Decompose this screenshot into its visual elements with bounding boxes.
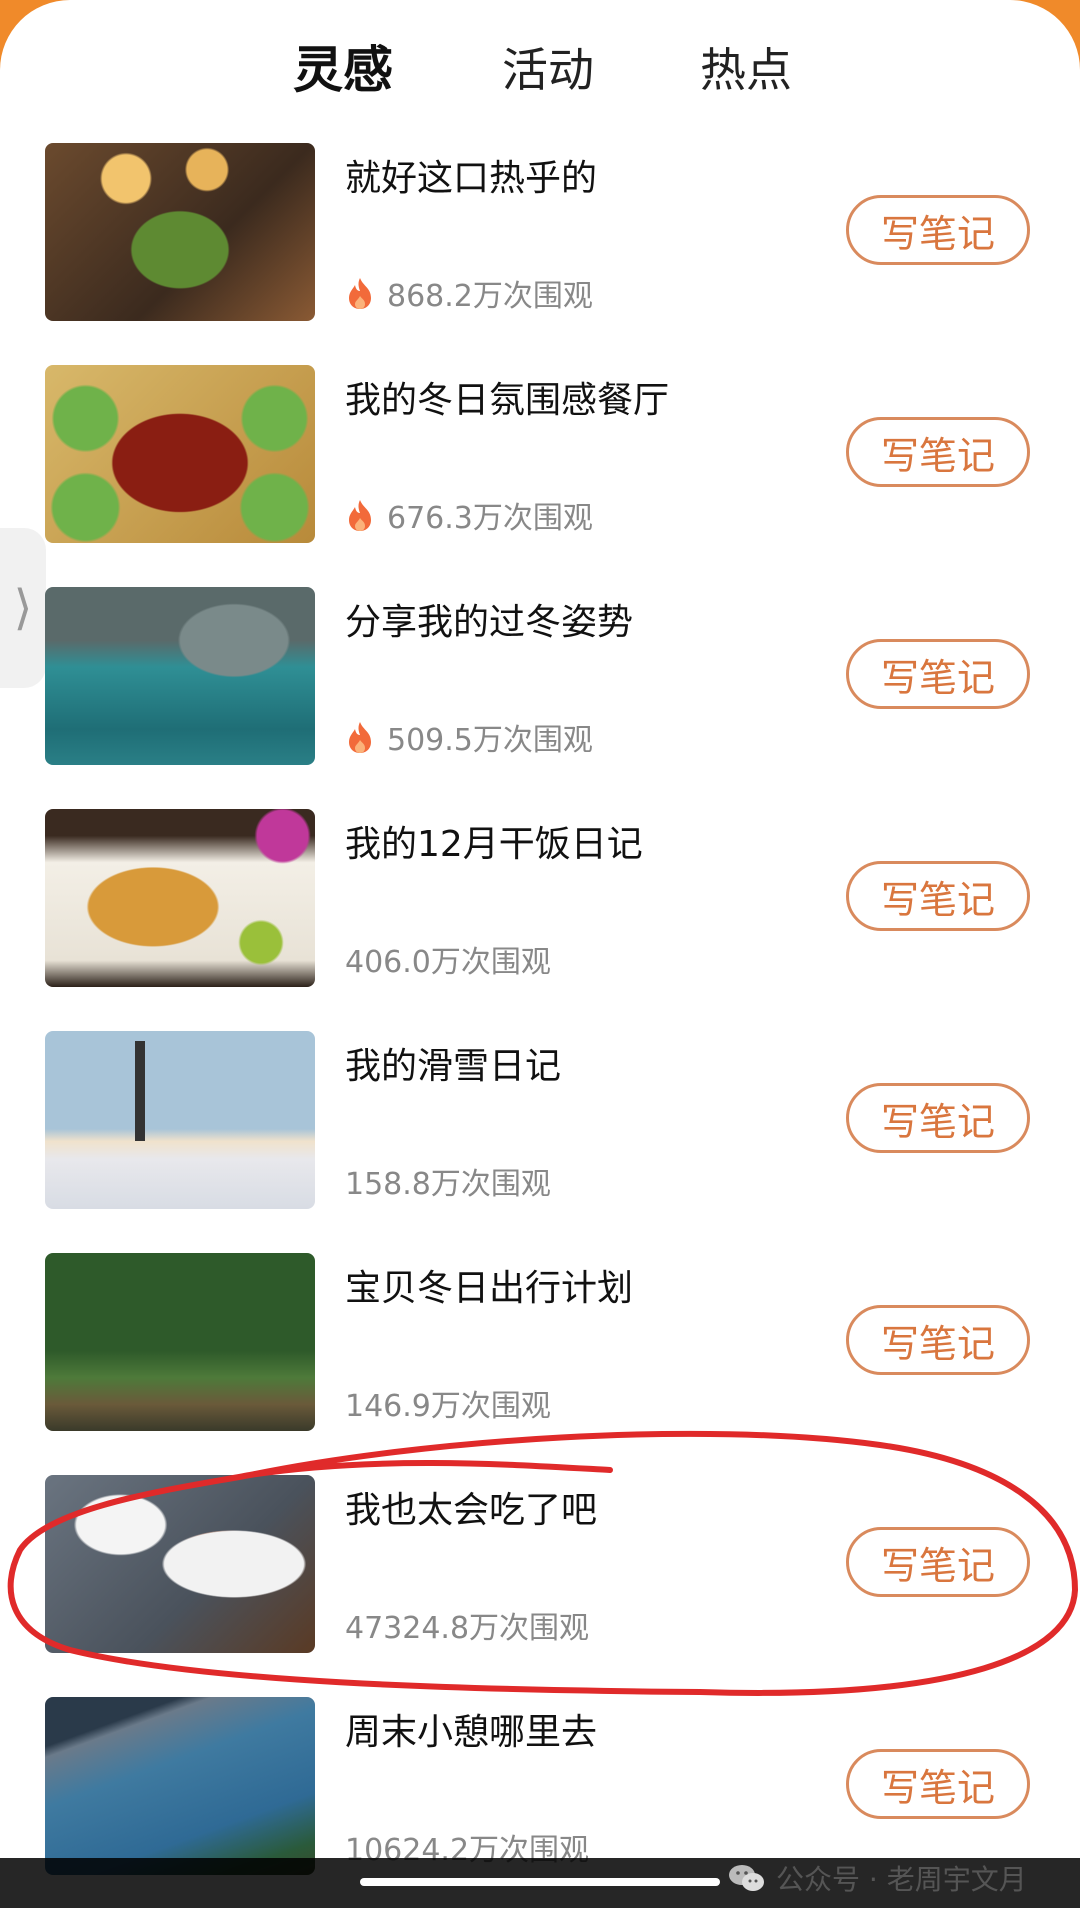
topic-title: 就好这口热乎的	[345, 158, 598, 199]
rice-meal-thumbnail	[45, 1475, 315, 1653]
view-count-text: 509.5万次围观	[387, 723, 593, 758]
view-count-text: 158.8万次围观	[345, 1167, 551, 1202]
topic-title: 我的滑雪日记	[345, 1046, 562, 1087]
view-count: 146.9万次围观	[345, 1381, 551, 1425]
wechat-icon	[729, 1865, 764, 1891]
tab-activities-label: 活动	[502, 43, 594, 97]
watermark: 公众号 · 老周宇文月	[728, 1858, 1027, 1898]
view-count-text: 47324.8万次围观	[345, 1611, 590, 1646]
view-count-text: 676.3万次围观	[387, 501, 593, 536]
fire-icon	[349, 278, 371, 309]
write-note-button[interactable]: 写笔记	[846, 1305, 1030, 1375]
list-item[interactable]: 分享我的过冬姿势 509.5万次围观 写笔记	[0, 587, 1080, 765]
list-item[interactable]: 我的滑雪日记 158.8万次围观 写笔记	[0, 1031, 1080, 1209]
write-note-button[interactable]: 写笔记	[846, 1527, 1030, 1597]
topic-title: 宝贝冬日出行计划	[345, 1268, 634, 1309]
list-item[interactable]: 我的冬日氛围感餐厅 676.3万次围观 写笔记	[0, 365, 1080, 543]
view-count-text: 868.2万次围观	[387, 279, 593, 314]
app-screen: 灵感 活动 热点 ⟩ 就好这口热乎的 868.2万次围观 写笔记 我的冬日氛围感…	[0, 0, 1080, 1908]
list-item[interactable]: 宝贝冬日出行计划 146.9万次围观 写笔记	[0, 1253, 1080, 1431]
ski-lift-pole	[135, 1041, 145, 1141]
chicken-dish-thumbnail	[45, 365, 315, 543]
tab-inspiration-label: 灵感	[293, 41, 393, 99]
forest-walk-thumbnail	[45, 1253, 315, 1431]
view-count: 676.3万次围观	[345, 493, 593, 537]
fried-chicken-thumbnail	[45, 809, 315, 987]
view-count-text: 146.9万次围观	[345, 1389, 551, 1424]
hot-spring-thumbnail	[45, 587, 315, 765]
tab-activities[interactable]: 活动	[502, 38, 594, 102]
watermark-text: 公众号 · 老周宇文月	[776, 1863, 1027, 1896]
view-count: 509.5万次围观	[345, 715, 593, 759]
write-note-button[interactable]: 写笔记	[846, 1749, 1030, 1819]
fire-icon	[349, 722, 371, 753]
write-note-button[interactable]: 写笔记	[846, 1083, 1030, 1153]
ski-slope-thumbnail	[45, 1031, 315, 1209]
list-item[interactable]: 我的12月干饭日记 406.0万次围观 写笔记	[0, 809, 1080, 987]
write-note-button[interactable]: 写笔记	[846, 861, 1030, 931]
write-note-button[interactable]: 写笔记	[846, 639, 1030, 709]
fire-icon	[349, 500, 371, 531]
view-count-text: 406.0万次围观	[345, 945, 551, 980]
view-count: 868.2万次围观	[345, 271, 593, 315]
view-count: 47324.8万次围观	[345, 1603, 589, 1647]
food-stew-thumbnail	[45, 143, 315, 321]
topic-title: 我的冬日氛围感餐厅	[345, 380, 670, 421]
topic-title: 周末小憩哪里去	[345, 1712, 598, 1753]
list-item[interactable]: 周末小憩哪里去 10624.2万次围观 写笔记	[0, 1697, 1080, 1875]
topic-title: 我的12月干饭日记	[345, 824, 643, 865]
tab-hot-topics-label: 热点	[700, 43, 792, 97]
list-item[interactable]: 就好这口热乎的 868.2万次围观 写笔记	[0, 143, 1080, 321]
tab-inspiration[interactable]: 灵感	[293, 38, 393, 106]
home-indicator-bar[interactable]	[360, 1878, 720, 1886]
topic-title: 分享我的过冬姿势	[345, 602, 634, 643]
view-count: 158.8万次围观	[345, 1159, 551, 1203]
tab-bar: 灵感 活动 热点	[0, 38, 1080, 108]
topic-title: 我也太会吃了吧	[345, 1490, 598, 1531]
tab-hot-topics[interactable]: 热点	[700, 38, 792, 102]
write-note-button[interactable]: 写笔记	[846, 417, 1030, 487]
list-item[interactable]: 我也太会吃了吧 47324.8万次围观 写笔记	[0, 1475, 1080, 1653]
view-count: 406.0万次围观	[345, 937, 551, 981]
coastline-thumbnail	[45, 1697, 315, 1875]
write-note-button[interactable]: 写笔记	[846, 195, 1030, 265]
